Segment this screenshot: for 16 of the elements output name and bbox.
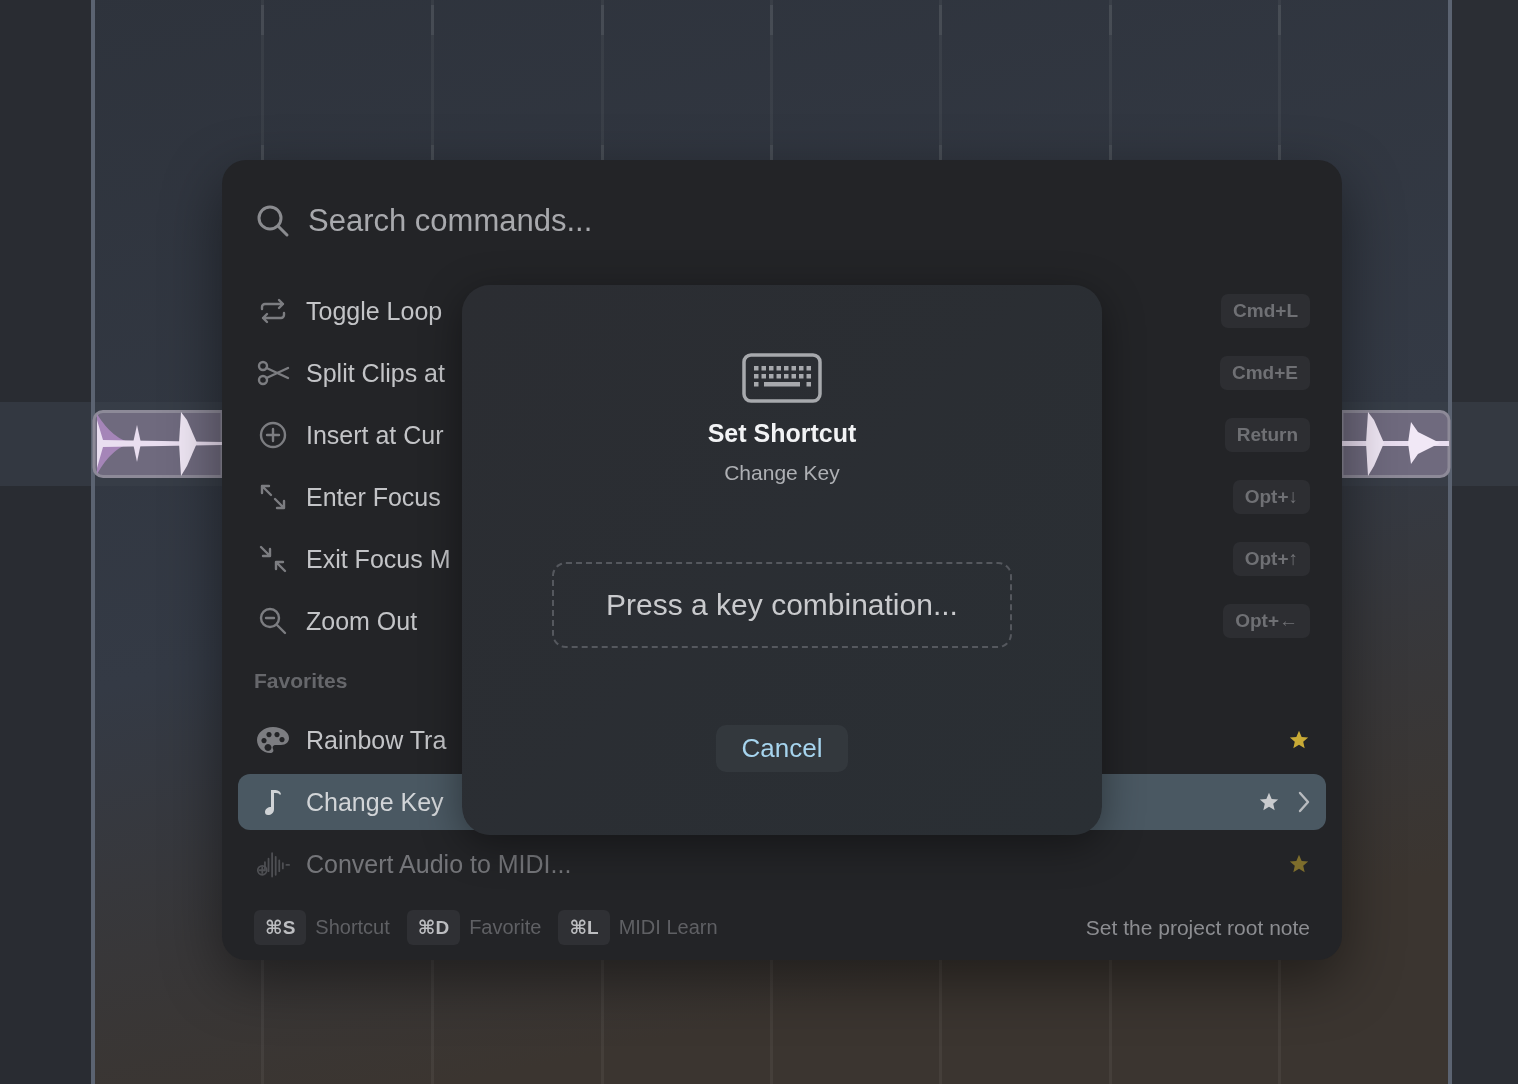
hint-label: Shortcut: [315, 916, 390, 939]
hint-label: MIDI Learn: [618, 916, 718, 939]
dialog-title: Set Shortcut: [707, 418, 857, 449]
shortcut-key: Opt+↑: [1232, 542, 1310, 576]
section-heading: Favorites: [254, 668, 348, 693]
command-description: Set the project root note: [1085, 915, 1310, 940]
key-hint: ⌘S: [254, 910, 307, 945]
dialog-subtitle: Change Key: [724, 460, 840, 486]
hint-label: Favorite: [469, 916, 542, 939]
shortcut-key: Return: [1224, 418, 1310, 452]
shortcut-key: Opt+←: [1223, 604, 1310, 638]
key-hint: ⌘D: [406, 910, 461, 945]
shortcut-key: Opt+↓: [1232, 480, 1310, 514]
key-hint: ⌘L: [558, 910, 610, 945]
shortcut-key: Cmd+L: [1221, 294, 1310, 328]
shortcut-key: Cmd+E: [1220, 356, 1310, 390]
